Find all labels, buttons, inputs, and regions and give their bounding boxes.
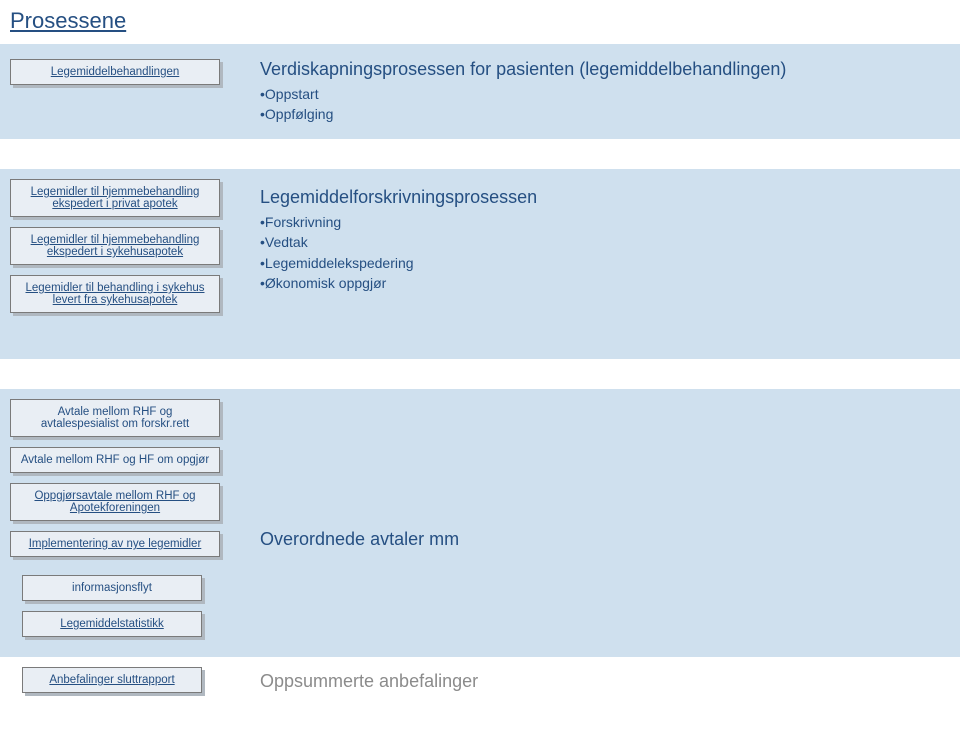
box-legemidler-sykehusapotek-sykehus[interactable]: Legemidler til behandling i sykehus leve… — [10, 275, 220, 313]
box-legemiddelbehandlingen[interactable]: Legemiddelbehandlingen — [10, 59, 220, 85]
section-band-1: Legemiddelbehandlingen Verdiskapningspro… — [0, 44, 960, 139]
box-avtale-rhf-hf: Avtale mellom RHF og HF om opgjør — [10, 447, 220, 473]
band1-desc-line1: •Oppstart — [260, 84, 786, 104]
band2-desc-line3: •Legemiddelekspedering — [260, 253, 950, 273]
box-informasjonsflyt: informasjonsflyt — [22, 575, 202, 601]
box-avtale-rhf-avtalespesialist: Avtale mellom RHF og avtalespesialist om… — [10, 399, 220, 437]
band3-desc-title: Overordnede avtaler mm — [260, 529, 950, 550]
box-legemiddelstatistikk[interactable]: Legemiddelstatistikk — [22, 611, 202, 637]
box-anbefalinger-sluttrapport[interactable]: Anbefalinger sluttrapport — [22, 667, 202, 693]
spacer-2 — [0, 359, 960, 389]
band2-desc-title: Legemiddelforskrivningsprosessen — [260, 187, 950, 208]
spacer-1 — [0, 139, 960, 169]
section-band-2: Legemidler til hjemmebehandling ekspeder… — [0, 169, 960, 359]
box-implementering-nye-legemidler[interactable]: Implementering av nye legemidler — [10, 531, 220, 557]
band2-desc-line4: •Økonomisk oppgjør — [260, 273, 950, 293]
section-band-3: Avtale mellom RHF og avtalespesialist om… — [0, 389, 960, 657]
band2-desc-line1: •Forskrivning — [260, 212, 950, 232]
box-oppgjorsavtale-apotekforeningen[interactable]: Oppgjørsavtale mellom RHF og Apotekforen… — [10, 483, 220, 521]
section-band-4: Anbefalinger sluttrapport Oppsummerte an… — [0, 657, 960, 713]
band1-desc-line2: •Oppfølging — [260, 104, 786, 124]
band4-desc-title: Oppsummerte anbefalinger — [260, 671, 950, 692]
box-legemidler-privat-apotek[interactable]: Legemidler til hjemmebehandling ekspeder… — [10, 179, 220, 217]
band1-desc-title: Verdiskapningsprosessen for pasienten (l… — [260, 59, 786, 80]
band2-desc-line2: •Vedtak — [260, 232, 950, 252]
box-legemidler-sykehusapotek-hjemme[interactable]: Legemidler til hjemmebehandling ekspeder… — [10, 227, 220, 265]
page-title: Prosessene — [0, 0, 960, 44]
